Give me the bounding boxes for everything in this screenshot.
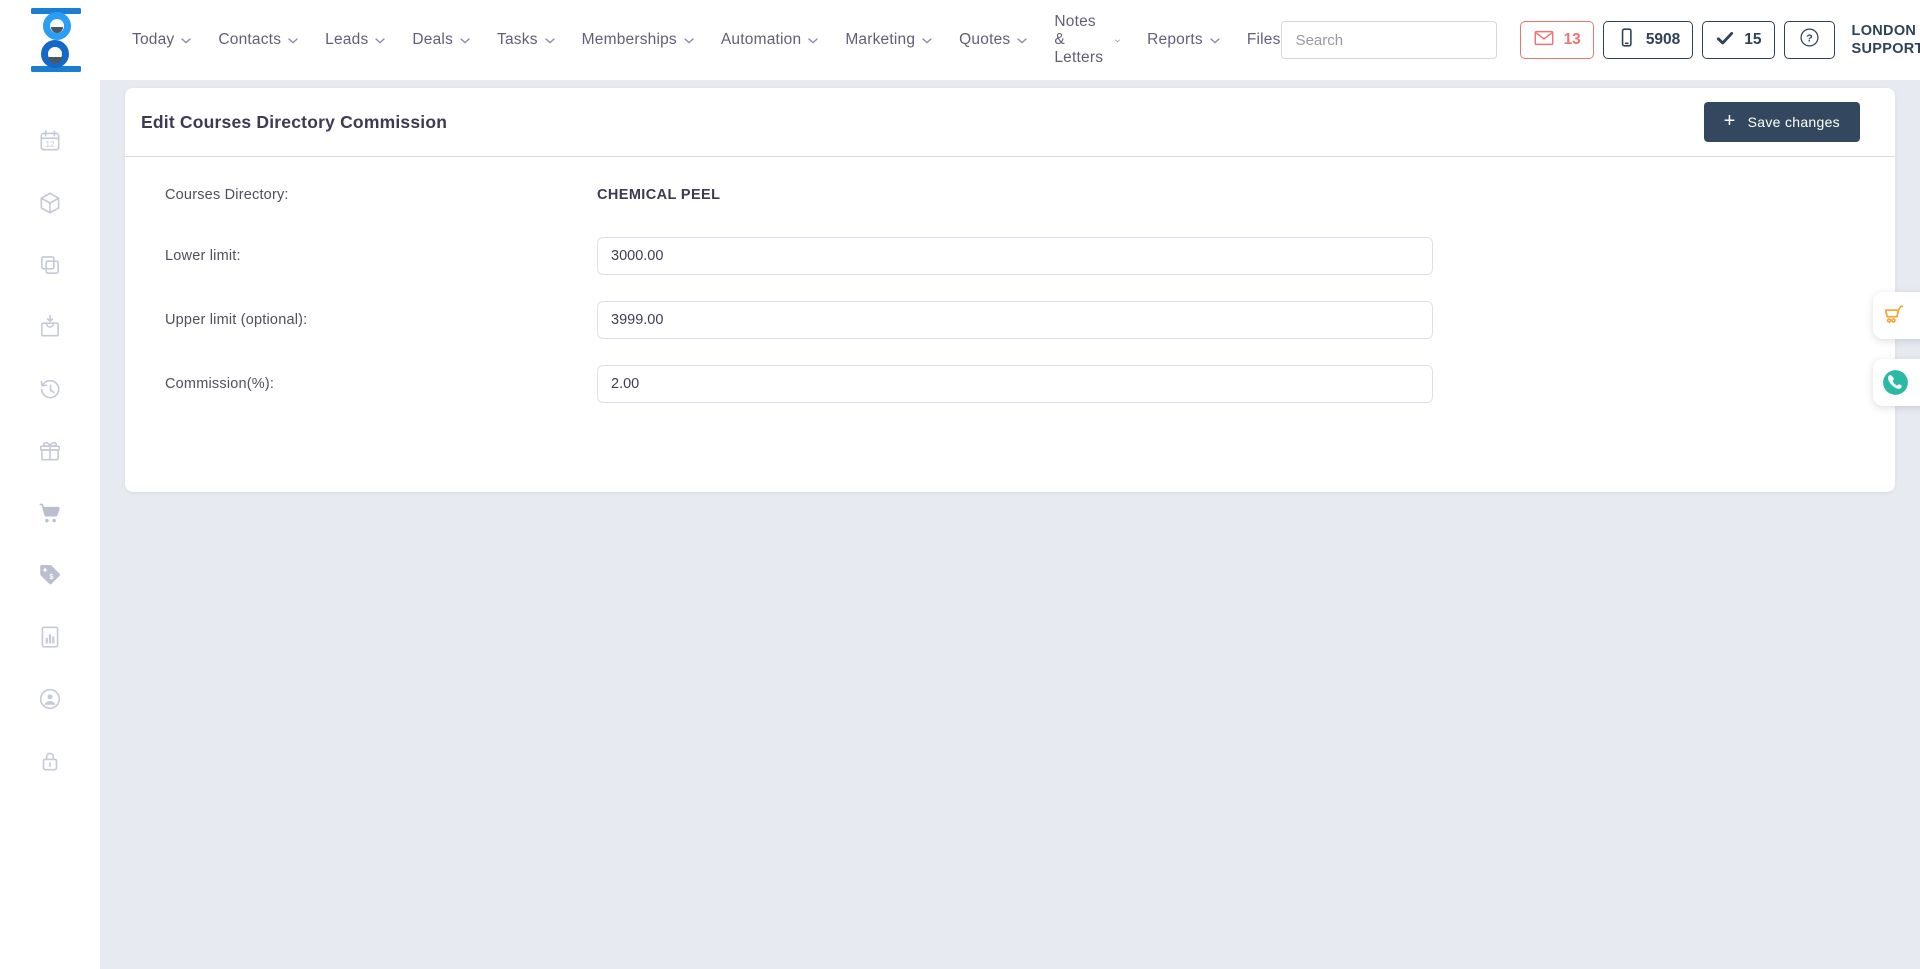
main-content: Edit Courses Directory Commission + Save… bbox=[100, 80, 1920, 969]
app-logo[interactable] bbox=[26, 8, 86, 72]
help-button[interactable]: ? bbox=[1784, 21, 1835, 59]
save-changes-button[interactable]: + Save changes bbox=[1704, 102, 1860, 142]
sidebar-icon-lock[interactable] bbox=[37, 748, 63, 774]
chevron-down-icon bbox=[808, 38, 818, 44]
panel-body: Courses Directory: CHEMICAL PEEL Lower l… bbox=[125, 157, 1895, 403]
chevron-down-icon bbox=[181, 38, 191, 44]
search-input[interactable] bbox=[1282, 22, 1497, 58]
commission-label: Commission(%): bbox=[165, 376, 597, 392]
nav-item-contacts[interactable]: Contacts bbox=[218, 31, 298, 49]
lower-limit-input[interactable] bbox=[597, 237, 1433, 275]
header-right: 13 5908 15 bbox=[1281, 17, 1920, 63]
user-name: LONDON SUPPORT bbox=[1852, 22, 1920, 58]
top-bar: Today Contacts Leads Deals Tasks Memberships A… bbox=[0, 0, 1920, 80]
sidebar-icon-report[interactable] bbox=[37, 624, 63, 650]
form-row-upper-limit: Upper limit (optional): bbox=[165, 301, 1895, 339]
chevron-down-icon bbox=[1210, 38, 1220, 44]
chevron-down-icon bbox=[545, 38, 555, 44]
tasks-badge[interactable]: 15 bbox=[1702, 21, 1774, 59]
nav-item-notes-letters[interactable]: Notes & Letters bbox=[1054, 13, 1120, 67]
phone-icon bbox=[1616, 27, 1637, 53]
app-screen: Today Contacts Leads Deals Tasks Memberships A… bbox=[0, 0, 1920, 969]
upper-limit-label: Upper limit (optional): bbox=[165, 312, 597, 328]
chevron-down-icon bbox=[1017, 38, 1027, 44]
courses-directory-value: CHEMICAL PEEL bbox=[597, 187, 720, 203]
form-row-courses-directory: Courses Directory: CHEMICAL PEEL bbox=[165, 187, 1895, 203]
chevron-down-icon bbox=[288, 38, 298, 44]
nav-item-memberships[interactable]: Memberships bbox=[582, 31, 694, 49]
chevron-down-icon bbox=[375, 38, 385, 44]
nav-item-tasks[interactable]: Tasks bbox=[497, 31, 555, 49]
nav-item-marketing[interactable]: Marketing bbox=[845, 31, 932, 49]
form-row-commission: Commission(%): bbox=[165, 365, 1895, 403]
nav-item-deals[interactable]: Deals bbox=[412, 31, 470, 49]
messages-count: 13 bbox=[1564, 31, 1581, 49]
sidebar: 12 bbox=[0, 80, 100, 969]
calls-count: 5908 bbox=[1646, 31, 1680, 49]
sidebar-icon-account[interactable] bbox=[37, 686, 63, 712]
courses-directory-label: Courses Directory: bbox=[165, 187, 597, 203]
nav-item-automation[interactable]: Automation bbox=[721, 31, 818, 49]
panel-header: Edit Courses Directory Commission + Save… bbox=[125, 88, 1895, 157]
form-row-lower-limit: Lower limit: bbox=[165, 237, 1895, 275]
sidebar-icon-package[interactable] bbox=[37, 190, 63, 216]
search-box bbox=[1281, 21, 1497, 59]
sidebar-icon-bag-download[interactable] bbox=[37, 314, 63, 340]
edit-commission-panel: Edit Courses Directory Commission + Save… bbox=[125, 88, 1895, 492]
save-button-label: Save changes bbox=[1748, 114, 1840, 130]
sidebar-icon-cart[interactable] bbox=[37, 500, 63, 526]
upper-limit-input[interactable] bbox=[597, 301, 1433, 339]
nav-item-today[interactable]: Today bbox=[132, 31, 191, 49]
messages-badge[interactable]: 13 bbox=[1520, 21, 1594, 59]
svg-text:?: ? bbox=[1806, 32, 1812, 44]
nav-item-files[interactable]: Files bbox=[1247, 31, 1281, 49]
commission-input[interactable] bbox=[597, 365, 1433, 403]
envelope-icon bbox=[1533, 27, 1555, 54]
cart-icon bbox=[1882, 303, 1907, 328]
whatsapp-widget-button[interactable] bbox=[1873, 359, 1920, 406]
nav-item-quotes[interactable]: Quotes bbox=[959, 31, 1027, 49]
tasks-count: 15 bbox=[1744, 31, 1761, 49]
page-title: Edit Courses Directory Commission bbox=[141, 112, 447, 133]
svg-text:12: 12 bbox=[45, 140, 55, 149]
sidebar-icon-history[interactable] bbox=[37, 376, 63, 402]
nav-item-reports[interactable]: Reports bbox=[1147, 31, 1220, 49]
check-icon bbox=[1715, 28, 1735, 53]
sidebar-icon-calendar[interactable]: 12 bbox=[37, 128, 63, 154]
main-nav: Today Contacts Leads Deals Tasks Memberships A… bbox=[132, 13, 1281, 67]
sidebar-icon-gift[interactable] bbox=[37, 438, 63, 464]
chevron-down-icon bbox=[684, 38, 694, 44]
question-icon: ? bbox=[1798, 26, 1821, 54]
sidebar-icon-price-tag[interactable]: $ bbox=[37, 562, 63, 588]
plus-icon: + bbox=[1724, 111, 1736, 131]
sidebar-icon-duplicate[interactable] bbox=[37, 252, 63, 278]
phone-call-icon bbox=[1882, 369, 1909, 396]
lower-limit-label: Lower limit: bbox=[165, 248, 597, 264]
chevron-down-icon bbox=[1115, 38, 1120, 44]
cart-widget-button[interactable] bbox=[1873, 292, 1920, 339]
chevron-down-icon bbox=[460, 38, 470, 44]
nav-item-leads[interactable]: Leads bbox=[325, 31, 385, 49]
calls-badge[interactable]: 5908 bbox=[1603, 21, 1693, 59]
chevron-down-icon bbox=[922, 38, 932, 44]
